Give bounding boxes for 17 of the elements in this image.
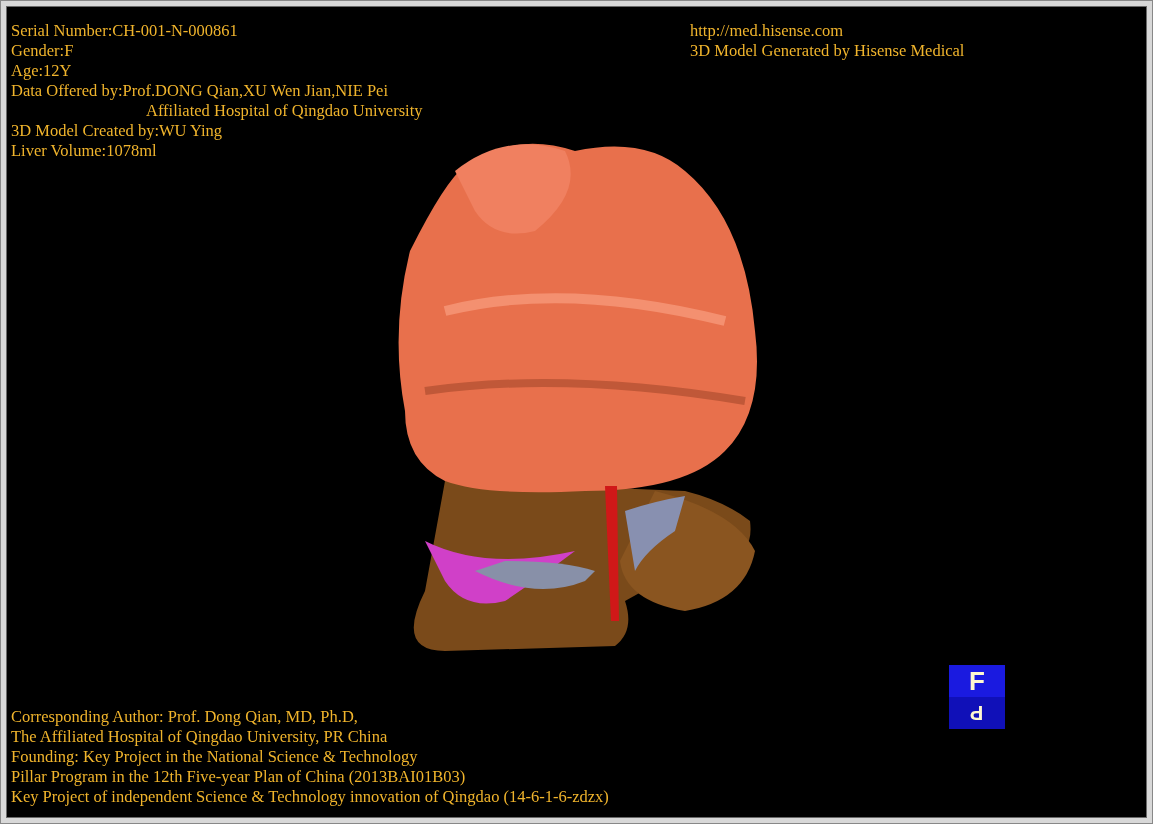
cube-face-letter: P	[970, 703, 984, 723]
credit-text: Corresponding Author: Prof. Dong Qian, MD, Ph.D,	[11, 707, 358, 727]
render-viewport[interactable]	[6, 6, 1147, 818]
info-text: Data Offered by:Prof.DONG Qian,XU Wen Jian,NIE Pei	[11, 81, 389, 101]
header-text: http://med.hisense.com	[690, 21, 844, 41]
credit-text: Key Project of independent Science & Technology innovation of Qingdao (14-6-1-6-zdzx)	[11, 787, 609, 807]
info-text: Affiliated Hospital of Qingdao University	[145, 101, 423, 121]
credit-text: Founding: Key Project in the National Science & Technology	[11, 747, 418, 767]
info-text: Serial Number:CH-001-N-000861	[11, 21, 238, 41]
cube-face-letter: F	[969, 668, 985, 694]
header-text: 3D Model Generated by Hisense Medical	[690, 41, 965, 61]
info-text: Liver Volume:1078ml	[11, 141, 157, 161]
credit-text: Pillar Program in the 12th Five-year Plan of China (2013BAI01B03)	[11, 767, 466, 787]
info-text: Gender:F	[11, 41, 74, 61]
info-text: 3D Model Created by:WU Ying	[11, 121, 223, 141]
info-text: Age:12Y	[11, 61, 72, 81]
credit-text: The Affiliated Hospital of Qingdao University, PR China	[11, 727, 388, 747]
